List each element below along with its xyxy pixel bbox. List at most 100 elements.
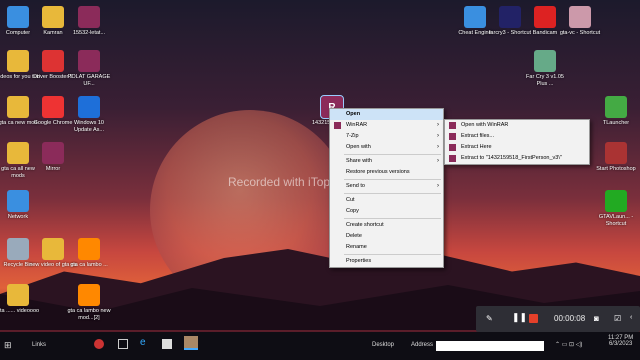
desktop-icon[interactable]: gta ca lambo new mod...[2] [65,284,113,322]
folder-icon [42,6,64,28]
menu-separator [344,193,441,194]
driver-booster-icon [42,50,64,72]
system-clock[interactable]: 11:27 PM 6/3/2023 [608,335,633,347]
desktop-icon[interactable]: Network [0,190,42,221]
context-menu-item-label: Properties [346,258,372,264]
photoshop-icon [605,142,627,164]
desktop-icon[interactable]: TLauncher [592,96,640,127]
context-menu-item[interactable]: Restore previous versions [330,167,443,178]
context-menu-item-label: Restore previous versions [346,169,410,175]
desktop-icon[interactable]: Mirror [29,142,77,173]
desktop-icon-label: gta ...... videoooo [0,308,40,314]
vlc-icon [78,284,100,306]
farcry-trainer-icon [534,50,556,72]
winrar-icon [42,142,64,164]
network-icon [7,190,29,212]
vlc-icon [78,238,100,260]
recycle-bin-icon [7,238,29,260]
chrome-icon [42,96,64,118]
desktop-icon[interactable]: Windows 10 Update As... [65,96,113,134]
pause-icon[interactable]: ❚❚ [512,312,527,323]
context-menu-item-label: Delete [346,233,362,239]
context-menu-item-label: Open with [346,144,371,150]
context-menu-item[interactable]: Properties [330,256,443,267]
links-toolbar[interactable]: Links [32,342,46,348]
winrar-submenu-item-label: Extract Here [461,144,492,150]
context-menu-item-label: Send to [346,183,365,189]
context-menu-item-label: Open [346,111,361,117]
context-menu-item-label: WinRAR [346,122,368,128]
winrar-submenu-item[interactable]: Extract files... [445,131,589,142]
context-menu-item[interactable]: Delete [330,231,443,242]
context-menu-item[interactable]: Copy [330,206,443,217]
context-menu-item-label: Rename [346,244,367,250]
context-menu-item-label: Share with [346,158,372,164]
desktop-icon-label: Far Cry 3 v1.05 Plus ... [526,74,564,87]
desktop-icon-label: POLAT GARAGE UF... [67,74,111,87]
desktop-icon[interactable]: POLAT GARAGE UF... [65,50,113,88]
tray-icons[interactable]: ⌃ ▭ ⊡ ◁) [555,341,582,348]
winrar-icon [449,155,456,162]
context-menu: Open WinRAR › 7-Zip › Open with › Share with › Re… [329,108,444,268]
screenshot-icon[interactable]: ◙ [594,314,599,323]
edge-icon[interactable]: e [140,337,146,348]
windows-icon [78,96,100,118]
address-input[interactable] [436,341,544,351]
context-menu-item[interactable]: 7-Zip › [330,131,443,142]
collapse-icon[interactable]: ‹ [630,314,632,321]
chevron-right-icon: › [437,122,439,128]
context-menu-item-label: Copy [346,208,359,214]
desktop-icon[interactable]: Far Cry 3 v1.05 Plus ... [521,50,569,88]
winrar-submenu-item[interactable]: Open with WinRAR [445,120,589,131]
cheat-engine-icon [464,6,486,28]
context-menu-item[interactable]: Open with › [330,142,443,153]
winrar-submenu-item[interactable]: Extract to "1432159518_FirstPerson_v3\" [445,153,589,164]
folder-icon [42,238,64,260]
winrar-submenu-item-label: Extract files... [461,133,495,139]
desktop-icon[interactable]: gta-vc - Shortcut [556,6,604,37]
desktop-icon-label: 15532-letat... [72,30,106,36]
desktop-icon[interactable]: gta ca lambo ... [65,238,113,269]
pen-icon[interactable]: ✎ [486,314,493,323]
store-icon[interactable] [162,339,172,349]
computer-icon [7,6,29,28]
desktop-icon[interactable]: Start Photoshop [592,142,640,173]
context-menu-item[interactable]: WinRAR › [330,120,443,131]
context-menu-item[interactable]: Send to › [330,181,443,192]
winrar-icon [78,50,100,72]
desktop-icon[interactable]: GTAVLaun... - Shortcut [592,190,640,228]
address-label: Address [411,342,434,348]
winrar-submenu-item-label: Extract to "1432159518_FirstPerson_v3\" [461,155,562,161]
desktop-icon-label: TLauncher [602,120,630,126]
stop-icon[interactable] [529,314,538,323]
context-menu-item[interactable]: Share with › [330,156,443,167]
desktop-icon-label: GTAVLaun... - Shortcut [598,214,634,227]
desktop-icon-label: Network [7,214,29,220]
active-window-icon[interactable] [184,336,198,350]
winrar-icon [334,122,341,129]
task-view-icon[interactable] [118,339,128,349]
winrar-icon [78,6,100,28]
context-menu-item[interactable]: Open [330,109,443,120]
menu-separator [344,179,441,180]
desktop-icon[interactable]: gta ...... videoooo [0,284,42,315]
desktop-icon[interactable]: 15532-letat... [65,6,113,37]
gtav-icon [605,190,627,212]
context-menu-item-label: Cut [346,197,355,203]
start-button[interactable]: ⊞ [4,340,12,351]
tlauncher-icon [605,96,627,118]
winrar-submenu-item[interactable]: Extract Here [445,142,589,153]
folder-icon [7,284,29,306]
driver-booster-taskbar-icon[interactable] [94,339,104,349]
folder-icon [7,50,29,72]
desktop-icon-label: Start Photoshop [596,166,636,172]
desktop-icon-label: gta ca lambo new mod...[2] [67,308,111,321]
context-menu-item[interactable]: Create shortcut [330,220,443,231]
chevron-right-icon: › [437,183,439,189]
check-icon[interactable]: ☑ [614,314,621,323]
context-menu-item[interactable]: Rename [330,242,443,253]
folder-icon [7,96,29,118]
menu-separator [344,154,441,155]
desktop-toolbar[interactable]: Desktop [372,342,394,348]
context-menu-item[interactable]: Cut [330,195,443,206]
